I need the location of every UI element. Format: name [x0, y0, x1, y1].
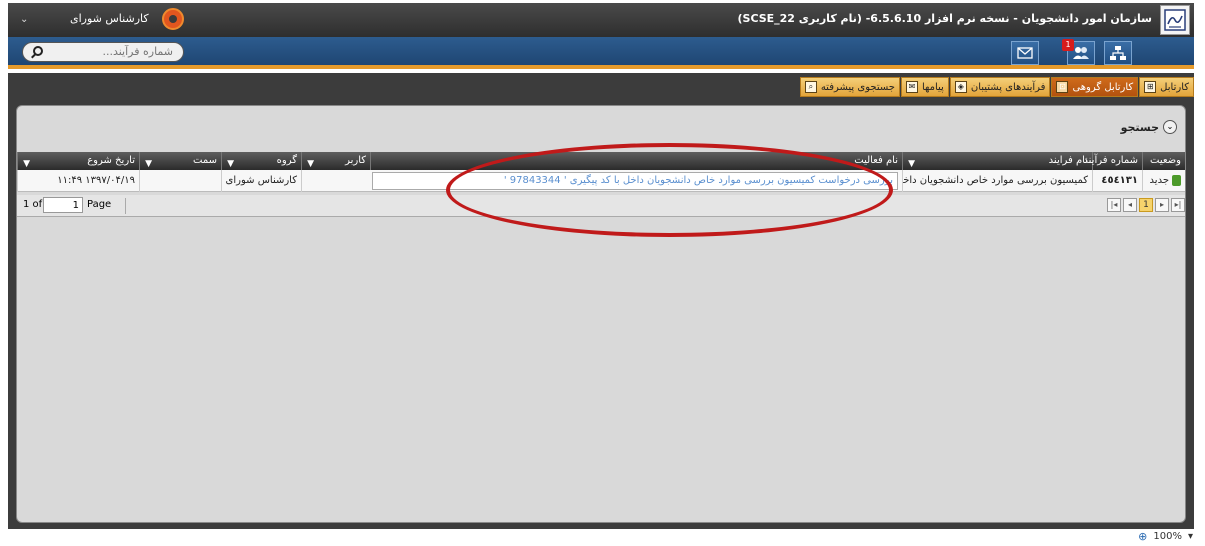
tab-label: کارتابل گروهی [1072, 81, 1134, 93]
filter-icon[interactable]: ▼ [306, 155, 314, 169]
main-toolbar: 1 [8, 37, 1194, 69]
column-label: تاریخ شروع [87, 155, 135, 166]
tab-advanced-search[interactable]: جستجوی پیشرفته ⌕ [799, 77, 900, 97]
main-content: ⌄ جستجو وضعیت شماره فرآیند نام فرایند ▼ [8, 99, 1194, 529]
mail-icon [1017, 47, 1033, 59]
app-title: سازمان امور دانشجویان - نسخه نرم افزار 6… [737, 12, 1152, 25]
hierarchy-icon: ⊞ [1144, 81, 1157, 93]
page-number-input[interactable] [43, 197, 83, 213]
chevron-down-icon[interactable]: ⌄ [1163, 120, 1177, 134]
user-cell [301, 170, 370, 192]
zoom-icon: ⊕ [1138, 530, 1148, 543]
tab-bar: کارتابل ⊞ کارتابل گروهی ⊡ فرآیندهای پشتی… [799, 77, 1194, 97]
column-header-position[interactable]: سمت ▼ [139, 152, 221, 170]
page-of-label: 1 of [23, 199, 43, 210]
column-label: سمت [193, 155, 217, 166]
column-label: نام فعالیت [854, 155, 898, 166]
process-number-cell: ٤٥٤١٣١ [1092, 170, 1142, 192]
group-icon: ⊡ [1056, 81, 1069, 93]
package-icon: ◈ [954, 81, 967, 93]
grid-header: وضعیت شماره فرآیند نام فرایند ▼ نام فعال… [17, 152, 1185, 170]
mail-button[interactable] [1011, 41, 1039, 65]
column-header-status[interactable]: وضعیت [1142, 152, 1185, 170]
title-bar: ⌄ کارشناس شورای سازمان امور دانشجویان - … [8, 3, 1194, 37]
panel-title: جستجو [1120, 120, 1159, 134]
status-text: جدید [1149, 175, 1169, 186]
mail-icon: ✉ [905, 81, 918, 93]
column-header-process-name[interactable]: نام فرایند ▼ [902, 152, 1092, 170]
zoom-control[interactable]: ⊕ 100% ▾ [1138, 530, 1193, 543]
hierarchy-button[interactable] [1104, 41, 1132, 65]
tab-label: کارتابل [1160, 81, 1189, 93]
previous-page-button[interactable]: ◂ [1123, 198, 1137, 212]
pager: 1 of Page |◂ ◂ 1 ▸ ▸| [17, 195, 1185, 217]
tab-cartable[interactable]: کارتابل ⊞ [1139, 77, 1194, 97]
group-cell: کارشناس شورای [221, 170, 301, 192]
column-header-user[interactable]: کاربر ▼ [301, 152, 370, 170]
zoom-level: 100% [1153, 531, 1182, 542]
new-status-icon [1172, 174, 1181, 186]
position-cell [139, 170, 221, 192]
tab-support-processes[interactable]: فرآیندهای پشتیبان ◈ [949, 77, 1051, 97]
search-icon: ⌕ [804, 81, 817, 93]
tab-strip: کارتابل ⊞ کارتابل گروهی ⊡ فرآیندهای پشتی… [8, 73, 1194, 99]
users-icon [1073, 47, 1089, 59]
chevron-down-icon[interactable]: ▾ [1188, 531, 1193, 542]
activity-name-cell[interactable]: بررسی درخواست کمیسیون بررسی موارد خاص دا… [372, 172, 898, 190]
role-avatar-icon [162, 8, 184, 30]
page-label: Page [87, 199, 112, 210]
filter-icon[interactable]: ▼ [22, 155, 30, 169]
column-header-process-number[interactable]: شماره فرآیند [1083, 152, 1142, 170]
filter-icon[interactable]: ▼ [226, 155, 234, 169]
tab-label: جستجوی پیشرفته [820, 81, 895, 93]
last-page-button[interactable]: ▸| [1171, 198, 1185, 212]
application-window: ⌄ کارشناس شورای سازمان امور دانشجویان - … [0, 0, 1205, 546]
process-grid: وضعیت شماره فرآیند نام فرایند ▼ نام فعال… [17, 152, 1185, 192]
filter-icon[interactable]: ▼ [907, 155, 915, 169]
pager-divider [125, 198, 126, 214]
column-label: نام فرایند [1048, 155, 1088, 166]
column-label: وضعیت [1150, 155, 1181, 166]
column-header-activity-name[interactable]: نام فعالیت [370, 152, 902, 170]
search-icon[interactable] [33, 46, 43, 56]
process-search[interactable] [22, 42, 184, 62]
role-label[interactable]: کارشناس شورای [70, 12, 149, 25]
first-page-button[interactable]: |◂ [1107, 198, 1121, 212]
current-page-button[interactable]: 1 [1139, 198, 1153, 212]
tab-label: پیامها [921, 81, 944, 93]
next-page-button[interactable]: ▸ [1155, 198, 1169, 212]
column-header-group[interactable]: گروه ▼ [221, 152, 301, 170]
table-row[interactable]: جدید ٤٥٤١٣١ کمیسیون بررسی موارد خاص دانش… [17, 170, 1185, 192]
search-panel: ⌄ جستجو وضعیت شماره فرآیند نام فرایند ▼ [16, 105, 1186, 523]
tab-group-cartable[interactable]: کارتابل گروهی ⊡ [1051, 77, 1139, 97]
tab-messages[interactable]: پیامها ✉ [900, 77, 949, 97]
column-header-start-date[interactable]: تاریخ شروع ▼ [17, 152, 139, 170]
start-date-cell: ۱۳۹۷/۰۴/۱۹ ۱۱:۴۹ [17, 170, 139, 192]
column-label: کاربر [345, 155, 366, 166]
tab-label: فرآیندهای پشتیبان [970, 81, 1046, 93]
organization-logo [1160, 5, 1190, 35]
notification-badge: 1 [1062, 39, 1074, 51]
panel-header[interactable]: ⌄ جستجو [1121, 120, 1177, 134]
status-cell: جدید [1142, 170, 1185, 192]
hierarchy-icon [1110, 46, 1126, 60]
process-name-cell: کمیسیون بررسی موارد خاص دانشجویان داخل [902, 170, 1092, 192]
role-selector[interactable]: ⌄ کارشناس شورای [12, 8, 212, 30]
column-label: گروه [276, 155, 297, 166]
filter-icon[interactable]: ▼ [144, 155, 152, 169]
chevron-down-icon[interactable]: ⌄ [20, 14, 28, 25]
logo-icon [1164, 9, 1186, 31]
process-number-input[interactable] [53, 45, 173, 58]
